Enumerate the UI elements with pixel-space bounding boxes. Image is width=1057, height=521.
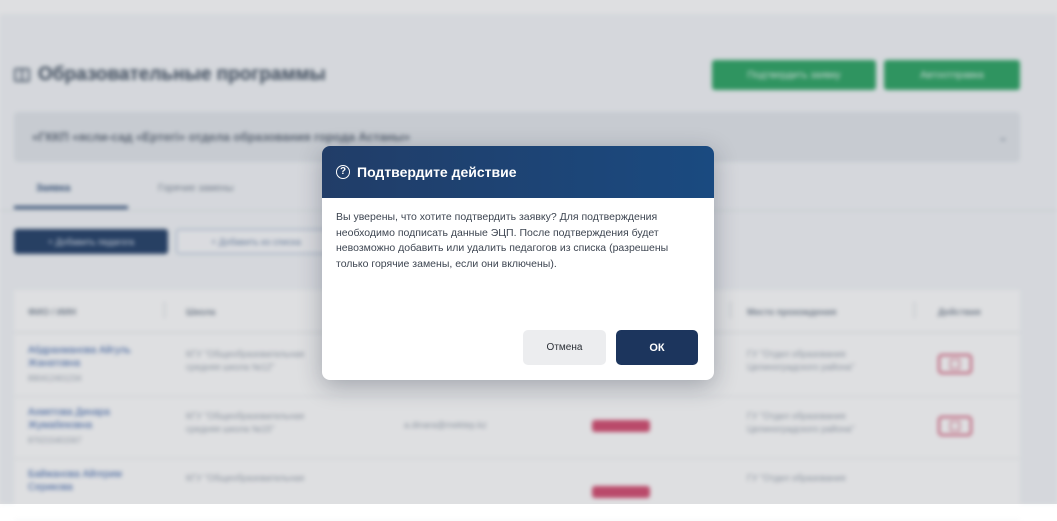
cancel-button[interactable]: Отмена (523, 330, 606, 365)
ok-button[interactable]: ОК (616, 330, 698, 365)
dialog-title: Подтвердите действие (357, 164, 517, 180)
dialog-header: ? Подтвердите действие (322, 146, 714, 198)
confirm-dialog: ? Подтвердите действие Вы уверены, что х… (322, 146, 714, 380)
question-circle-icon: ? (336, 165, 350, 179)
dialog-message: Вы уверены, что хотите подтвердить заявк… (336, 211, 669, 270)
